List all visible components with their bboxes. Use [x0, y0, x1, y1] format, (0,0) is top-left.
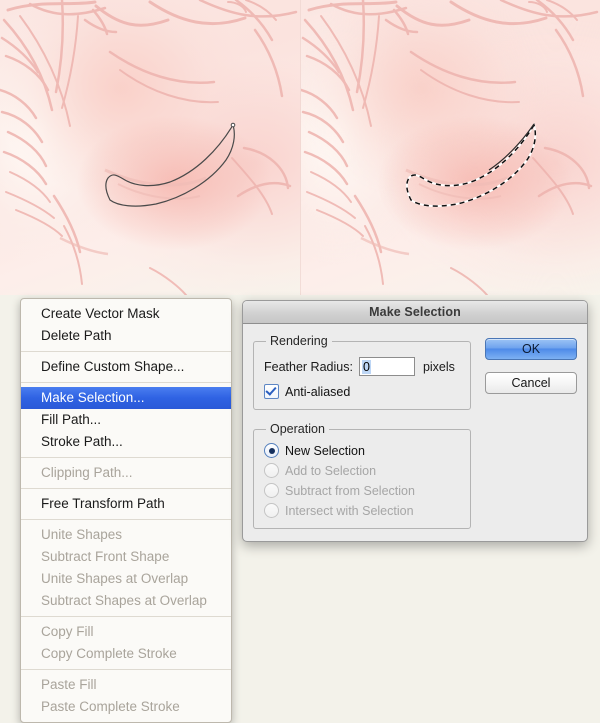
rendering-group-legend: Rendering — [270, 334, 328, 348]
menu-group-1: Create Vector Mask Delete Path — [21, 302, 231, 348]
radio-unselected-icon — [264, 483, 279, 498]
radio-row-new-selection[interactable]: New Selection — [264, 443, 460, 458]
menu-item-delete-path[interactable]: Delete Path — [21, 325, 231, 347]
menu-item-fill-path[interactable]: Fill Path... — [21, 409, 231, 431]
dialog-left-column: Rendering Feather Radius: 0 pixels Anti-… — [253, 334, 471, 529]
selection-path-tail — [488, 123, 535, 171]
menu-item-paste-complete-stroke: Paste Complete Stroke — [41, 699, 180, 714]
radio-unselected-icon — [264, 463, 279, 478]
path-anchor-point — [230, 122, 236, 128]
menu-item-stroke-path[interactable]: Stroke Path... — [21, 431, 231, 453]
menu-item-unite-shapes-at-overlap: Unite Shapes at Overlap — [41, 571, 189, 586]
menu-separator — [21, 519, 231, 520]
operation-group: Operation New Selection Add to Selection… — [253, 422, 471, 529]
anti-aliased-label: Anti-aliased — [285, 384, 351, 399]
menu-group-8: Paste Fill Paste Complete Stroke — [21, 673, 231, 719]
make-selection-dialog: Make Selection Rendering Feather Radius:… — [242, 300, 588, 542]
anti-aliased-row[interactable]: Anti-aliased — [264, 384, 460, 399]
feather-radius-value: 0 — [361, 359, 371, 374]
artwork-sketch-left — [0, 0, 298, 295]
radio-row-intersect-with-selection: Intersect with Selection — [264, 503, 460, 518]
dialog-title: Make Selection — [369, 305, 461, 319]
dialog-titlebar: Make Selection — [243, 301, 587, 324]
marching-ants-selection — [405, 122, 537, 208]
menu-item-clipping-path: Clipping Path... — [41, 465, 133, 480]
cancel-button[interactable]: Cancel — [485, 372, 577, 394]
dialog-button-column: OK Cancel — [471, 334, 577, 529]
menu-item-copy-complete-stroke: Copy Complete Stroke — [41, 646, 177, 661]
menu-separator — [21, 351, 231, 352]
menu-separator — [21, 616, 231, 617]
menu-item-make-selection[interactable]: Make Selection... — [21, 387, 231, 409]
radio-row-subtract-from-selection: Subtract from Selection — [264, 483, 460, 498]
feather-radius-input[interactable]: 0 — [358, 357, 415, 376]
menu-group-7: Copy Fill Copy Complete Stroke — [21, 620, 231, 666]
menu-item-subtract-shapes-at-overlap: Subtract Shapes at Overlap — [41, 593, 207, 608]
rendering-group: Rendering Feather Radius: 0 pixels Anti-… — [253, 334, 471, 410]
menu-separator — [21, 457, 231, 458]
menu-item-copy-fill: Copy Fill — [41, 624, 94, 639]
ok-button[interactable]: OK — [485, 338, 577, 360]
radio-label-subtract-from-selection: Subtract from Selection — [285, 483, 415, 498]
artwork-canvas — [0, 0, 600, 295]
radio-label-new-selection: New Selection — [285, 443, 365, 458]
dialog-body: Rendering Feather Radius: 0 pixels Anti-… — [243, 324, 587, 541]
menu-group-3: Make Selection... Fill Path... Stroke Pa… — [21, 386, 231, 454]
radio-unselected-icon — [264, 503, 279, 518]
feather-radius-label: Feather Radius: — [264, 359, 353, 374]
menu-group-4: Clipping Path... — [21, 461, 231, 485]
vector-path-outline — [105, 123, 235, 207]
feather-radius-row: Feather Radius: 0 pixels — [264, 357, 460, 376]
operation-group-legend: Operation — [270, 422, 325, 436]
menu-item-free-transform-path[interactable]: Free Transform Path — [21, 493, 231, 515]
menu-item-create-vector-mask[interactable]: Create Vector Mask — [21, 303, 231, 325]
artwork-sketch-right — [301, 0, 599, 295]
path-context-menu[interactable]: Create Vector Mask Delete Path Define Cu… — [20, 298, 232, 723]
radio-row-add-to-selection: Add to Selection — [264, 463, 460, 478]
menu-item-subtract-front-shape: Subtract Front Shape — [41, 549, 170, 564]
artwork-pane-path-view — [0, 0, 300, 295]
menu-group-6: Unite Shapes Subtract Front Shape Unite … — [21, 523, 231, 613]
checkbox-checked-icon[interactable] — [264, 384, 279, 399]
artwork-pane-selection-view — [300, 0, 600, 295]
menu-group-5: Free Transform Path — [21, 492, 231, 516]
menu-group-2: Define Custom Shape... — [21, 355, 231, 379]
menu-item-define-custom-shape[interactable]: Define Custom Shape... — [21, 356, 231, 378]
radio-selected-icon[interactable] — [264, 443, 279, 458]
radio-label-add-to-selection: Add to Selection — [285, 463, 377, 478]
feather-radius-unit: pixels — [422, 359, 455, 374]
radio-label-intersect-with-selection: Intersect with Selection — [285, 503, 414, 518]
menu-item-unite-shapes: Unite Shapes — [41, 527, 123, 542]
menu-separator — [21, 669, 231, 670]
menu-separator — [21, 382, 231, 383]
menu-separator — [21, 488, 231, 489]
